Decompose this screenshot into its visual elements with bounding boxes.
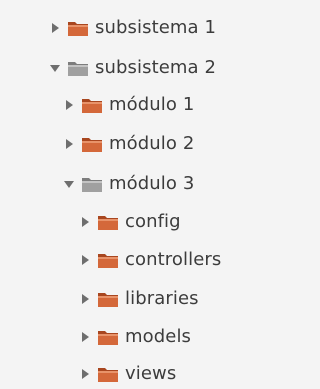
folder-icon: [97, 365, 119, 383]
expand-arrow-icon[interactable]: [79, 254, 91, 266]
tree-item-views[interactable]: views: [79, 359, 176, 389]
folder-icon: [67, 59, 89, 77]
tree-item-modulo-3[interactable]: módulo 3: [63, 169, 194, 199]
folder-icon: [97, 290, 119, 308]
folder-icon: [81, 135, 103, 153]
expand-arrow-icon[interactable]: [79, 216, 91, 228]
tree-item-label: subsistema 1: [95, 17, 217, 38]
tree-item-models[interactable]: models: [79, 322, 191, 352]
tree-item-label: views: [125, 363, 177, 384]
folder-icon: [97, 328, 119, 346]
tree-item-modulo-1[interactable]: módulo 1: [63, 90, 194, 120]
folder-icon: [97, 251, 119, 269]
collapse-arrow-icon[interactable]: [63, 178, 75, 190]
tree-item-label: subsistema 2: [95, 57, 217, 78]
folder-icon: [67, 19, 89, 37]
tree-item-controllers[interactable]: controllers: [79, 245, 221, 275]
tree-item-subsistema-1[interactable]: subsistema 1: [49, 13, 216, 43]
tree-item-modulo-2[interactable]: módulo 2: [63, 129, 194, 159]
tree-item-config[interactable]: config: [79, 207, 181, 237]
tree-item-label: libraries: [125, 288, 199, 309]
folder-icon: [97, 213, 119, 231]
folder-tree: subsistema 1 subsistema 2 módulo 1 módul…: [0, 0, 261, 388]
tree-item-label: controllers: [125, 249, 222, 270]
tree-item-label: módulo 1: [109, 94, 195, 115]
tree-item-label: módulo 2: [109, 133, 195, 154]
tree-item-label: config: [125, 211, 181, 232]
tree-item-label: módulo 3: [109, 173, 195, 194]
tree-item-libraries[interactable]: libraries: [79, 284, 199, 314]
folder-icon: [81, 96, 103, 114]
collapse-arrow-icon[interactable]: [49, 62, 61, 74]
expand-arrow-icon[interactable]: [79, 293, 91, 305]
expand-arrow-icon[interactable]: [63, 138, 75, 150]
tree-item-label: models: [125, 326, 192, 347]
expand-arrow-icon[interactable]: [49, 22, 61, 34]
tree-item-subsistema-2[interactable]: subsistema 2: [49, 53, 216, 83]
expand-arrow-icon[interactable]: [79, 331, 91, 343]
expand-arrow-icon[interactable]: [63, 99, 75, 111]
folder-icon: [81, 175, 103, 193]
expand-arrow-icon[interactable]: [79, 368, 91, 380]
